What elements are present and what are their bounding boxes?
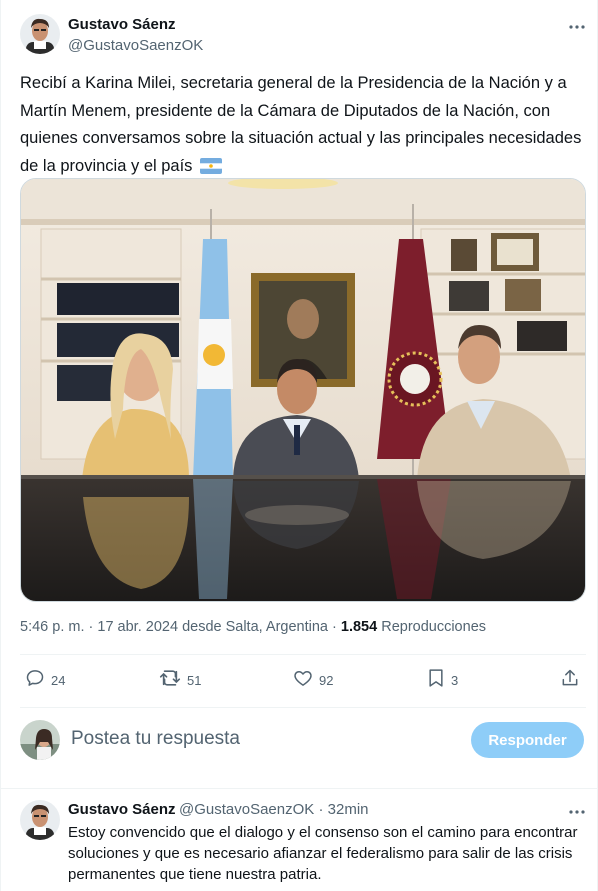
bookmark-icon: [427, 668, 445, 693]
reply-icon: [25, 668, 45, 693]
reply-more-options-icon[interactable]: [567, 802, 587, 822]
tweet-detail-frame: Gustavo Sáenz @GustavoSaenzOK Recibí a K…: [0, 0, 598, 891]
author-name[interactable]: Gustavo Sáenz: [68, 16, 176, 33]
reply-text: Estoy convencido que el dialogo y el con…: [68, 824, 578, 883]
section-separator: [1, 788, 598, 789]
reply-author-avatar[interactable]: [20, 800, 60, 840]
reply-author-meta: @GustavoSaenzOK · 32min: [179, 801, 369, 818]
tweet-date[interactable]: 17 abr. 2024: [97, 619, 178, 635]
reply-action-button[interactable]: 24: [25, 668, 65, 692]
tweet-text: Recibí a Karina Milei, secretaria genera…: [20, 70, 588, 183]
like-count: 92: [319, 672, 334, 688]
meta-separator-2: ·: [332, 619, 337, 635]
reply-author-handle[interactable]: @GustavoSaenzOK: [179, 801, 314, 818]
tweet-photo[interactable]: [20, 178, 586, 602]
like-action-button[interactable]: 92: [293, 668, 333, 692]
share-icon: [560, 668, 580, 693]
bookmark-count: 3: [451, 672, 459, 688]
author-avatar[interactable]: [20, 14, 60, 54]
meta-separator: ·: [88, 619, 94, 635]
reply-meta-separator: ·: [318, 801, 324, 818]
views-count: 1.854: [340, 619, 378, 635]
repost-icon: [159, 668, 181, 693]
bookmark-action-button[interactable]: 3: [427, 668, 458, 692]
reply-input[interactable]: Postea tu respuesta: [71, 728, 240, 750]
more-options-icon[interactable]: [567, 17, 587, 37]
reply-time[interactable]: 32min: [328, 801, 369, 818]
heart-icon: [293, 668, 313, 693]
views-label: Reproducciones: [381, 619, 487, 635]
repost-count: 51: [187, 672, 202, 688]
viewer-avatar[interactable]: [20, 720, 60, 760]
tweet-body: Recibí a Karina Milei, secretaria genera…: [20, 74, 582, 175]
reply-author-name[interactable]: Gustavo Sáenz: [68, 801, 176, 818]
divider-actions: [20, 707, 586, 708]
share-action-button[interactable]: [560, 668, 580, 692]
repost-action-button[interactable]: 51: [159, 668, 201, 692]
author-handle[interactable]: @GustavoSaenzOK: [68, 37, 203, 54]
tweet-location: desde Salta, Argentina: [182, 619, 328, 635]
tweet-time[interactable]: 5:46 p. m.: [20, 619, 84, 635]
tweet-meta: 5:46 p. m. · 17 abr. 2024 desde Salta, A…: [20, 619, 486, 635]
divider-top: [20, 654, 586, 655]
reply-count: 24: [51, 672, 66, 688]
reply-submit-button[interactable]: Responder: [471, 722, 584, 758]
